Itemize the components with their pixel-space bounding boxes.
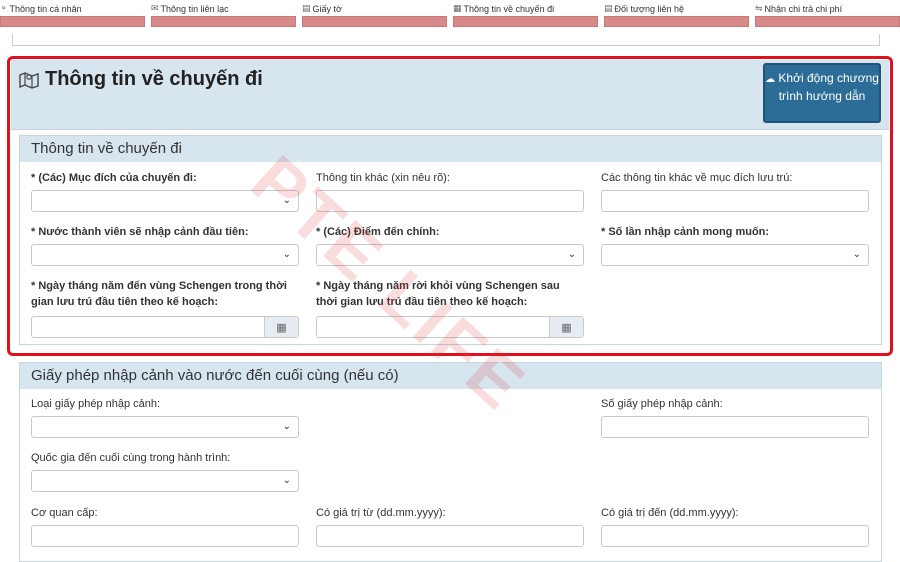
permit-number-label: Số giấy phép nhập cảnh: xyxy=(601,398,723,410)
issuer-label: Cơ quan cấp: xyxy=(31,507,98,519)
final-country-label: Quốc gia đến cuối cùng trong hành trình: xyxy=(31,452,231,464)
valid-from-label: Có giá trị từ (dd.mm.yyyy): xyxy=(316,507,446,519)
map-icon: ▦ xyxy=(453,3,462,13)
tab-progress-bar xyxy=(755,16,900,27)
permit-type-label: Loại giấy phép nhập cảnh: xyxy=(31,398,161,410)
valid-to-label: Có giá trị đến (dd.mm.yyyy): xyxy=(601,507,739,519)
final-country-select[interactable]: ⌄ xyxy=(31,470,299,492)
tab-label: Thông tin cá nhân xyxy=(9,3,82,14)
step-navigation: ⚬ Thông tin cá nhân ✉ Thông tin liên lạc ▤… xyxy=(0,0,900,30)
valid-to-input[interactable] xyxy=(601,525,869,547)
tab-progress-bar xyxy=(0,16,145,27)
tab-label: Thông tin về chuyến đi xyxy=(463,3,555,14)
user-icon: ⚬ xyxy=(0,3,8,13)
tab-progress-bar xyxy=(151,16,296,27)
document-icon: ▤ xyxy=(302,3,311,13)
people-icon: ▤ xyxy=(604,3,613,13)
permit-number-input[interactable] xyxy=(601,416,869,438)
tab-progress-bar xyxy=(302,16,447,27)
chevron-down-icon: ⌄ xyxy=(282,475,291,486)
chevron-down-icon: ⌄ xyxy=(282,421,291,432)
tab-contact-info[interactable]: ✉ Thông tin liên lạc xyxy=(151,0,298,28)
tab-personal-info[interactable]: ⚬ Thông tin cá nhân xyxy=(0,0,147,28)
tab-contact-person[interactable]: ▤ Đối tượng liên hệ xyxy=(604,0,751,28)
tab-documents[interactable]: ▤ Giấy tờ xyxy=(302,0,449,28)
previous-section-edge xyxy=(12,34,880,46)
money-icon: ⇋ xyxy=(755,3,763,13)
tab-expense-payer[interactable]: ⇋ Nhận chi trả chi phí xyxy=(755,0,900,28)
issuer-input[interactable] xyxy=(31,525,299,547)
permit-type-select[interactable]: ⌄ xyxy=(31,416,299,438)
tab-label: Đối tượng liên hệ xyxy=(614,3,684,14)
tab-label: Nhận chi trả chi phí xyxy=(764,3,843,14)
tab-label: Thông tin liên lạc xyxy=(160,3,229,14)
tab-progress-bar xyxy=(453,16,598,27)
valid-from-input[interactable] xyxy=(316,525,584,547)
tab-progress-bar xyxy=(604,16,749,27)
tab-label: Giấy tờ xyxy=(312,3,342,14)
contact-icon: ✉ xyxy=(151,3,159,13)
tab-trip-info[interactable]: ▦ Thông tin về chuyến đi xyxy=(453,0,600,28)
